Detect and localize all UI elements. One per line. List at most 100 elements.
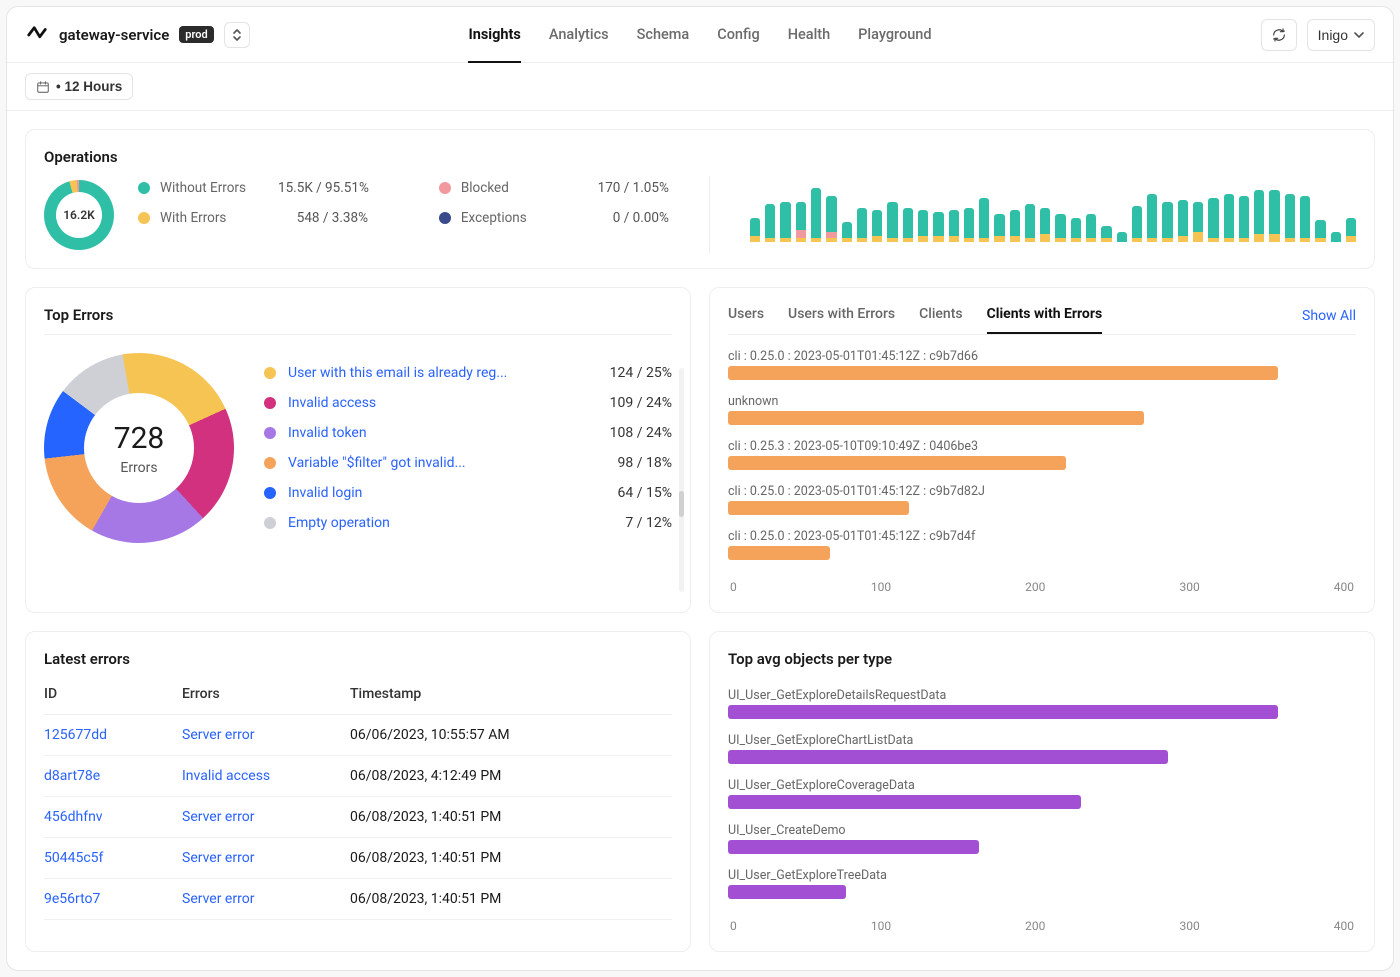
error-id-link[interactable]: 9e56rto7 bbox=[44, 891, 174, 907]
hbar-row: UI_User_GetExploreTreeData bbox=[728, 868, 1356, 899]
error-id-link[interactable]: 50445c5f bbox=[44, 850, 174, 866]
show-all-link[interactable]: Show All bbox=[1302, 308, 1356, 334]
histogram-bar bbox=[1331, 232, 1341, 242]
histogram-bar bbox=[887, 202, 897, 242]
clients-tabs: Users Users with Errors Clients Clients wit… bbox=[728, 306, 1356, 335]
legend-dot bbox=[264, 487, 276, 499]
hbar-row: UI_User_GetExploreChartListData bbox=[728, 733, 1356, 764]
histogram-bar bbox=[1086, 214, 1096, 242]
error-id-link[interactable]: d8art78e bbox=[44, 768, 174, 784]
nav-schema[interactable]: Schema bbox=[637, 7, 690, 63]
error-type-link[interactable]: Server error bbox=[182, 850, 342, 866]
legend-value: 0 / 0.00% bbox=[579, 210, 669, 226]
service-name: gateway-service bbox=[59, 26, 169, 44]
error-name[interactable]: User with this email is already reg... bbox=[288, 365, 585, 381]
service-switcher-button[interactable] bbox=[224, 22, 250, 48]
axis-tick: 300 bbox=[1179, 919, 1199, 933]
histogram-bar bbox=[1193, 202, 1203, 242]
error-name[interactable]: Invalid access bbox=[288, 395, 585, 411]
clients-card: Users Users with Errors Clients Clients wit… bbox=[709, 287, 1375, 613]
axis-tick: 0 bbox=[730, 580, 737, 594]
error-timestamp: 06/08/2023, 4:12:49 PM bbox=[350, 768, 672, 784]
legend-dot bbox=[439, 182, 451, 194]
clients-bars: cli : 0.25.0 : 2023-05-01T01:45:12Z : c9… bbox=[728, 349, 1356, 570]
tab-clients-with-errors[interactable]: Clients with Errors bbox=[987, 306, 1103, 334]
nav-health[interactable]: Health bbox=[788, 7, 830, 63]
table-row: 9e56rto7 Server error 06/08/2023, 1:40:51 … bbox=[44, 879, 672, 920]
latest-errors-title: Latest errors bbox=[44, 650, 672, 668]
error-type-link[interactable]: Server error bbox=[182, 809, 342, 825]
error-name[interactable]: Invalid login bbox=[288, 485, 585, 501]
histogram-bar bbox=[780, 202, 790, 242]
legend-item: Without Errors 15.5K / 95.51% bbox=[138, 180, 369, 196]
chevron-updown-icon bbox=[232, 28, 242, 42]
top-errors-list: User with this email is already reg...12… bbox=[264, 365, 672, 531]
legend-label: Without Errors bbox=[160, 180, 268, 196]
error-row: Invalid access 109 / 24% bbox=[264, 395, 672, 411]
column-header: Timestamp bbox=[350, 686, 672, 702]
error-value: 98 / 18% bbox=[597, 455, 672, 471]
nav-config[interactable]: Config bbox=[717, 7, 759, 63]
refresh-icon bbox=[1271, 27, 1287, 43]
legend-dot bbox=[138, 182, 150, 194]
axis-tick: 400 bbox=[1334, 919, 1354, 933]
error-timestamp: 06/08/2023, 1:40:51 PM bbox=[350, 891, 672, 907]
legend-value: 548 / 3.38% bbox=[278, 210, 368, 226]
tab-users-with-errors[interactable]: Users with Errors bbox=[788, 306, 895, 334]
timerange-button[interactable]: • 12 Hours bbox=[25, 73, 133, 100]
hbar-fill bbox=[728, 501, 909, 515]
histogram-bar bbox=[826, 196, 836, 242]
legend-dot bbox=[138, 212, 150, 224]
table-head: IDErrorsTimestamp bbox=[44, 674, 672, 715]
scrollbar[interactable] bbox=[679, 368, 684, 592]
user-menu-button[interactable]: Inigo bbox=[1307, 19, 1375, 51]
error-row: User with this email is already reg...12… bbox=[264, 365, 672, 381]
nav-insights[interactable]: Insights bbox=[468, 7, 520, 63]
legend-item: Blocked170 / 1.05% bbox=[439, 180, 669, 196]
error-timestamp: 06/08/2023, 1:40:51 PM bbox=[350, 809, 672, 825]
hbar-label: cli : 0.25.0 : 2023-05-01T01:45:12Z : c9… bbox=[728, 349, 1356, 364]
hbar-fill bbox=[728, 750, 1168, 764]
hbar-label: cli : 0.25.0 : 2023-05-01T01:45:12Z : c9… bbox=[728, 484, 1356, 499]
legend-value: 15.5K / 95.51% bbox=[278, 180, 369, 196]
error-type-link[interactable]: Server error bbox=[182, 891, 342, 907]
error-type-link[interactable]: Invalid access bbox=[182, 768, 342, 784]
error-name[interactable]: Invalid token bbox=[288, 425, 585, 441]
error-name[interactable]: Empty operation bbox=[288, 515, 585, 531]
error-value: 109 / 24% bbox=[597, 395, 672, 411]
refresh-button[interactable] bbox=[1261, 19, 1297, 51]
top-avg-axis: 0100200300400 bbox=[728, 919, 1356, 933]
hbar-label: UI_User_GetExploreChartListData bbox=[728, 733, 1356, 748]
error-id-link[interactable]: 125677dd bbox=[44, 727, 174, 743]
tab-clients[interactable]: Clients bbox=[919, 306, 962, 334]
legend-label: Blocked bbox=[461, 180, 569, 196]
hbar-row: UI_User_CreateDemo bbox=[728, 823, 1356, 854]
histogram-bar bbox=[903, 208, 913, 242]
histogram-bar bbox=[949, 210, 959, 242]
nav-playground[interactable]: Playground bbox=[858, 7, 931, 63]
legend-dot bbox=[264, 457, 276, 469]
errors-count-label: Errors bbox=[120, 460, 157, 476]
histogram-bar bbox=[796, 202, 806, 242]
error-name[interactable]: Variable "$filter" got invalid... bbox=[288, 455, 585, 471]
top-avg-bars: UI_User_GetExploreDetailsRequestDataUI_U… bbox=[728, 688, 1356, 909]
nav-analytics[interactable]: Analytics bbox=[549, 7, 609, 63]
env-badge: prod bbox=[179, 26, 213, 43]
histogram-bar bbox=[1269, 190, 1279, 242]
scrollbar-thumb[interactable] bbox=[679, 491, 684, 517]
histogram-bar bbox=[872, 210, 882, 242]
hbar-row: cli : 0.25.3 : 2023-05-10T09:10:49Z : 04… bbox=[728, 439, 1356, 470]
subbar: • 12 Hours bbox=[7, 63, 1393, 111]
hbar-fill bbox=[728, 885, 846, 899]
axis-tick: 200 bbox=[1025, 919, 1045, 933]
tab-users[interactable]: Users bbox=[728, 306, 764, 334]
error-id-link[interactable]: 456dhfnv bbox=[44, 809, 174, 825]
error-value: 64 / 15% bbox=[597, 485, 672, 501]
histogram-bar bbox=[1132, 206, 1142, 242]
legend-label: With Errors bbox=[160, 210, 268, 226]
operations-total: 16.2K bbox=[56, 192, 102, 238]
error-type-link[interactable]: Server error bbox=[182, 727, 342, 743]
histogram-bar bbox=[1315, 220, 1325, 242]
hbar-label: cli : 0.25.3 : 2023-05-10T09:10:49Z : 04… bbox=[728, 439, 1356, 454]
topbar-right: Inigo bbox=[1261, 19, 1375, 51]
